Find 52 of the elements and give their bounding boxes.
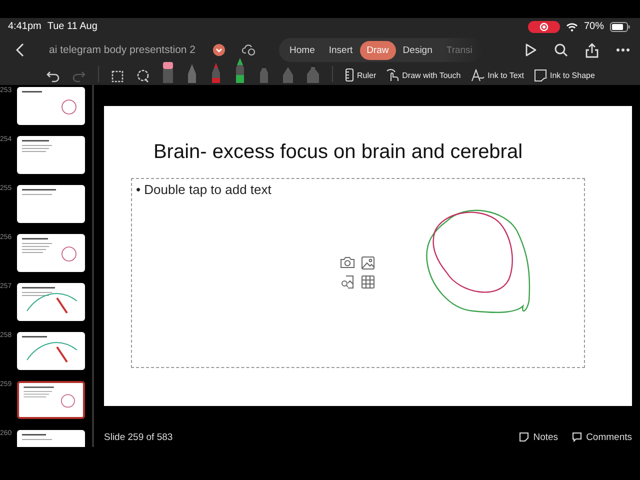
notes-button[interactable]: Notes xyxy=(519,432,558,442)
slide-thumbnail[interactable] xyxy=(17,87,85,125)
wifi-icon xyxy=(566,22,578,32)
pen-icon[interactable] xyxy=(210,61,222,83)
handwriting-icon xyxy=(470,68,485,82)
note-icon xyxy=(519,432,530,442)
play-icon[interactable] xyxy=(525,43,537,57)
undo-icon[interactable] xyxy=(46,69,60,83)
hand-icon xyxy=(386,68,400,82)
slide-thumbnail[interactable] xyxy=(17,332,85,370)
more-icon[interactable] xyxy=(616,48,630,52)
slide-title[interactable]: Brain- excess focus on brain and cerebral xyxy=(153,141,523,164)
document-title[interactable]: ai telegram body presentstion 2 xyxy=(49,44,196,56)
ribbon-tab[interactable]: Home xyxy=(282,40,322,60)
toolbar-button[interactable]: Ink to Shape xyxy=(534,68,595,82)
status-time: 4:41pm xyxy=(8,21,42,32)
picture-icon[interactable] xyxy=(361,256,375,270)
placeholder-text[interactable]: • Double tap to add text xyxy=(136,182,272,197)
search-icon[interactable] xyxy=(554,43,568,57)
redo-icon xyxy=(72,69,86,83)
slide-thumbnail[interactable] xyxy=(17,185,85,223)
ribbon-tab[interactable]: Insert xyxy=(322,40,360,60)
camera-icon[interactable] xyxy=(340,256,355,269)
battery-icon xyxy=(610,22,630,32)
back-icon[interactable] xyxy=(16,43,24,57)
comments-button[interactable]: Comments xyxy=(572,432,632,442)
table-icon[interactable] xyxy=(361,275,375,289)
slide-counter: Slide 259 of 583 xyxy=(104,432,173,442)
comment-icon xyxy=(572,432,582,442)
slide-thumbnail[interactable] xyxy=(17,234,85,272)
toolbar-button[interactable]: Ink to Text xyxy=(470,68,524,82)
battery-percent: 70% xyxy=(584,21,604,32)
share-icon[interactable] xyxy=(585,42,599,58)
record-icon xyxy=(528,20,560,32)
ribbon-tab[interactable]: Design xyxy=(396,40,440,60)
shape-icon xyxy=(534,68,547,82)
pen-icon[interactable] xyxy=(234,57,246,83)
dropdown-icon[interactable] xyxy=(212,44,225,56)
cloud-sync-icon[interactable] xyxy=(242,44,256,56)
toolbar-button[interactable]: Draw with Touch xyxy=(386,68,461,82)
slide-thumbnail[interactable] xyxy=(17,283,85,321)
slide-thumbnail[interactable] xyxy=(17,136,85,174)
text-placeholder[interactable]: • Double tap to add text xyxy=(131,178,585,368)
ruler-icon xyxy=(345,68,354,82)
select-icon[interactable] xyxy=(111,70,124,83)
status-date: Tue 11 Aug xyxy=(47,21,98,32)
slide-canvas[interactable]: Brain- excess focus on brain and cerebral • Double tap to add text xyxy=(104,106,632,406)
toolbar-button[interactable]: Ruler xyxy=(345,68,376,82)
lasso-icon[interactable] xyxy=(136,69,150,83)
eraser-icon[interactable] xyxy=(162,61,174,83)
slide-thumbnail[interactable] xyxy=(17,381,85,419)
image-search-icon[interactable] xyxy=(340,275,354,289)
